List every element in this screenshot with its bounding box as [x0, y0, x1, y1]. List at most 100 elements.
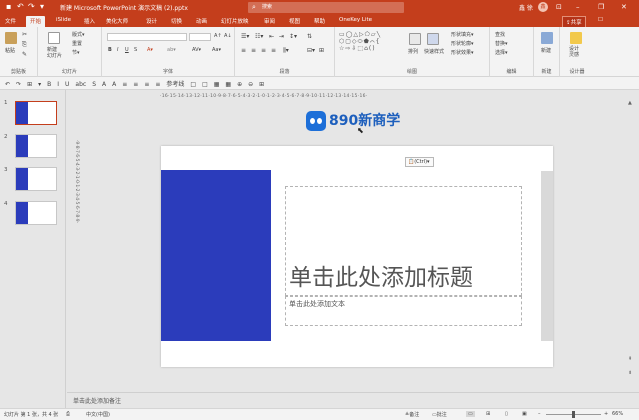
strike-button[interactable]: S [134, 47, 137, 53]
format-toolbar-item[interactable]: I [57, 81, 59, 88]
slide-sorter-icon[interactable]: ⊞ [486, 411, 490, 417]
tab-help[interactable]: 帮助 [314, 17, 325, 25]
format-toolbar-item[interactable]: ⊞ [27, 81, 32, 88]
font-size-select[interactable] [189, 33, 211, 41]
change-case-icon[interactable]: Aa▾ [212, 47, 221, 53]
format-toolbar-item[interactable]: ≡ [122, 81, 127, 88]
numbering-icon[interactable]: ☷▾ [255, 33, 263, 40]
format-toolbar-item[interactable]: ≡ [144, 81, 149, 88]
char-spacing-icon[interactable]: AV▾ [192, 47, 201, 53]
normal-view-icon[interactable]: ▭ [466, 411, 475, 417]
format-toolbar-item[interactable]: A [112, 81, 116, 88]
paste-label[interactable]: 粘贴 [5, 47, 15, 54]
shapes-gallery[interactable]: ▭◯△▷⬠▱╲ ⬡▢◇⬭⬟⌒{☆⇨⇩⬚⌂() [339, 31, 401, 61]
close-button[interactable]: ✕ [621, 1, 627, 13]
customize-qat-icon[interactable]: ▾ [40, 2, 44, 12]
find-button[interactable]: 查找 [495, 31, 505, 38]
slide-thumbnail[interactable] [15, 134, 57, 158]
font-name-select[interactable] [107, 33, 187, 41]
slide-thumbnail[interactable] [15, 167, 57, 191]
text-direction-icon[interactable]: ⇅ [307, 33, 312, 40]
format-toolbar-item[interactable]: ▾ [38, 81, 41, 88]
minimize-button[interactable]: – [576, 1, 580, 13]
layout-button[interactable]: 版式▾ [72, 31, 85, 38]
italic-button[interactable]: I [117, 47, 118, 53]
reset-button[interactable]: 重置 [72, 40, 82, 47]
notes-pane[interactable]: 单击此处添加备注 [67, 392, 639, 408]
format-toolbar-item[interactable]: ▦ [214, 81, 220, 88]
scroll-up-icon[interactable]: ▲ [628, 100, 632, 106]
grow-font-icon[interactable]: A↑ [214, 33, 222, 39]
smartart-icon[interactable]: ⊞ [319, 47, 324, 54]
ribbon-options-icon[interactable]: ⊡ [556, 1, 562, 13]
design-ideas-icon[interactable] [570, 32, 582, 44]
format-toolbar-item[interactable]: ⊖ [248, 81, 253, 88]
slide-thumbnail[interactable] [15, 201, 57, 225]
comments-icon[interactable]: ☐ [598, 17, 603, 23]
format-toolbar-item[interactable]: B [47, 81, 51, 88]
align-left-icon[interactable]: ≡ [241, 47, 246, 54]
search-box[interactable]: ⌕ 搜索 [248, 2, 404, 13]
redo-icon[interactable]: ↷ [28, 2, 35, 12]
new-label[interactable]: 新建 [541, 47, 551, 54]
zoom-level[interactable]: 66% [612, 411, 623, 417]
paste-options-button[interactable]: 📋(Ctrl)▾ [405, 157, 434, 167]
tab-review[interactable]: 审阅 [264, 17, 275, 25]
notes-button[interactable]: ≜备注 [405, 411, 419, 418]
arrange-label[interactable]: 排列 [408, 48, 418, 55]
shrink-font-icon[interactable]: A↓ [224, 33, 232, 39]
tab-slideshow[interactable]: 幻灯片放映 [221, 17, 249, 25]
restore-button[interactable]: ❐ [598, 1, 604, 13]
reading-view-icon[interactable]: ▯ [505, 411, 508, 417]
format-toolbar-item[interactable]: ⊞ [259, 81, 264, 88]
comments-button[interactable]: ▭批注 [432, 411, 447, 418]
quick-styles-icon[interactable] [427, 33, 439, 45]
shape-effects-button[interactable]: 形状效果▾ [451, 49, 474, 56]
line-spacing-icon[interactable]: ↕▾ [289, 33, 297, 40]
align-text-icon[interactable]: ⊟▾ [307, 47, 315, 54]
quick-styles-label[interactable]: 快速样式 [424, 48, 444, 55]
format-toolbar-item[interactable]: ≡ [133, 81, 138, 88]
zoom-out-button[interactable]: – [538, 411, 541, 417]
format-toolbar-item[interactable]: □ [190, 81, 196, 88]
tab-beautify[interactable]: 美化大师 [106, 17, 128, 25]
user-name[interactable]: 鑫 徐 [519, 3, 533, 12]
tab-file[interactable]: 文件 [5, 17, 16, 25]
format-toolbar-item[interactable]: A [102, 81, 106, 88]
cut-icon[interactable]: ✂ [22, 31, 27, 38]
font-color-icon[interactable]: A▾ [147, 47, 153, 53]
format-toolbar-item[interactable]: U [65, 81, 69, 88]
spellcheck-icon[interactable]: ⎙ [66, 411, 70, 417]
save-icon[interactable]: ▪ [6, 2, 11, 12]
new-icon[interactable] [541, 32, 553, 44]
tab-islide[interactable]: iSlide [56, 17, 71, 23]
next-slide-icon[interactable]: ⇟ [628, 370, 632, 376]
format-painter-icon[interactable]: ✎ [22, 51, 27, 58]
copy-icon[interactable]: ⎘ [22, 41, 27, 49]
format-toolbar-item[interactable]: ↷ [16, 81, 21, 88]
select-button[interactable]: 选择▾ [495, 49, 508, 56]
increase-indent-icon[interactable]: ⇥ [279, 33, 284, 40]
title-placeholder[interactable]: 单击此处添加标题 [285, 186, 522, 296]
subtitle-placeholder[interactable]: 单击此处添加文本 [285, 296, 522, 326]
vertical-scrollbar[interactable]: ▲ ⇞ ⇟ [627, 100, 637, 390]
slide-canvas[interactable]: 📋(Ctrl)▾ 单击此处添加标题 单击此处添加文本 [161, 146, 553, 367]
slide-thumbnail[interactable] [15, 101, 57, 125]
undo-icon[interactable]: ↶ [17, 2, 24, 12]
tab-animations[interactable]: 动画 [196, 17, 207, 25]
tab-design[interactable]: 设计 [146, 17, 157, 25]
avatar[interactable]: 鑫 [538, 2, 548, 12]
replace-button[interactable]: 替换▾ [495, 40, 508, 47]
bullets-icon[interactable]: ☰▾ [241, 33, 249, 40]
slideshow-icon[interactable]: ▣ [522, 411, 527, 417]
decrease-indent-icon[interactable]: ⇤ [269, 33, 274, 40]
format-toolbar-item[interactable]: ▦ [225, 81, 231, 88]
underline-button[interactable]: U [125, 47, 129, 53]
tab-onekey[interactable]: OneKey Lite [339, 17, 372, 23]
tab-transitions[interactable]: 切换 [171, 17, 182, 25]
tab-home[interactable]: 开始 [26, 16, 46, 27]
tab-insert[interactable]: 插入 [84, 17, 95, 25]
tab-view[interactable]: 视图 [289, 17, 300, 25]
paste-icon[interactable] [5, 32, 17, 44]
design-ideas-label[interactable]: 设计 灵感 [569, 46, 579, 58]
